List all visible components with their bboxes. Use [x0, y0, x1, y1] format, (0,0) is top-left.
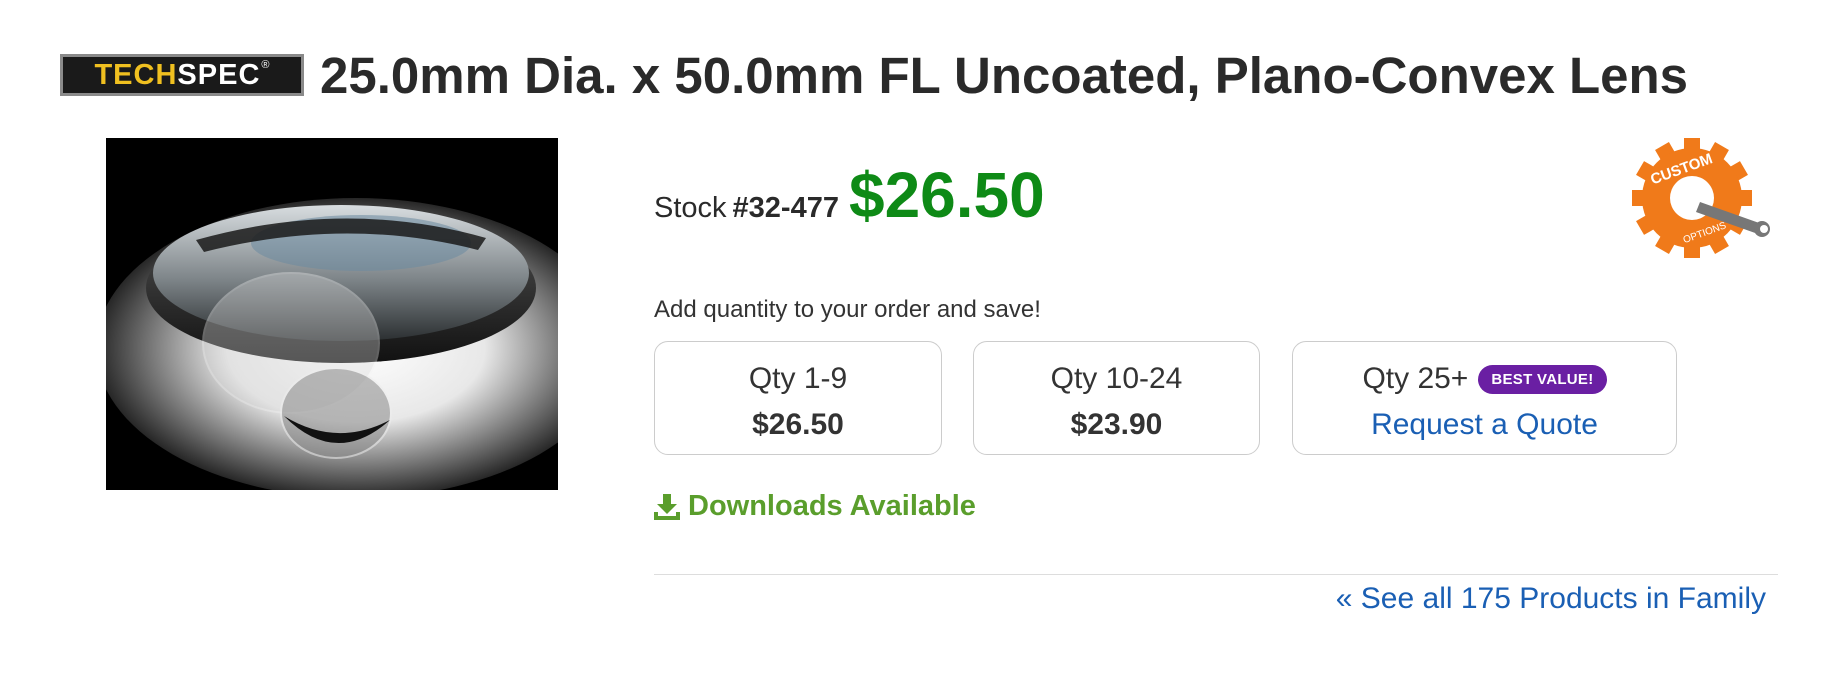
- downloads-label: Downloads Available: [688, 490, 976, 522]
- stock-label: Stock: [654, 192, 727, 224]
- tier-price: $26.50: [752, 408, 844, 441]
- custom-options-badge[interactable]: CUSTOM OPTIONS: [1630, 136, 1778, 264]
- price-tier-qty-25-plus[interactable]: Qty 25+ BEST VALUE! Request a Quote: [1292, 341, 1677, 455]
- page-header: TECH SPEC ® 25.0mm Dia. x 50.0mm FL Uncoat…: [60, 40, 1688, 110]
- downloads-link[interactable]: Downloads Available: [654, 490, 976, 523]
- wrench-gear-icon: CUSTOM OPTIONS: [1632, 138, 1770, 258]
- logo-word-spec: SPEC: [177, 58, 261, 91]
- quantity-savings-note: Add quantity to your order and save!: [654, 296, 1041, 323]
- lens-photo: [106, 138, 558, 490]
- logo-registered-mark: ®: [261, 59, 270, 71]
- product-title: 25.0mm Dia. x 50.0mm FL Uncoated, Plano-…: [320, 46, 1689, 104]
- product-image[interactable]: [106, 138, 558, 490]
- best-value-badge: BEST VALUE!: [1478, 364, 1607, 394]
- tier-label: Qty 1-9: [748, 362, 848, 395]
- section-divider: [654, 574, 1778, 575]
- tier-label: Qty 25+: [1362, 362, 1469, 395]
- stock-number: #32-477: [732, 192, 839, 224]
- techspec-logo[interactable]: TECH SPEC ®: [60, 54, 304, 96]
- tier-price: $23.90: [1070, 408, 1163, 441]
- see-all-family-link[interactable]: « See all 175 Products in Family: [1336, 582, 1766, 616]
- logo-word-tech: TECH: [94, 58, 178, 91]
- tier-label-row: Qty 25+ BEST VALUE!: [1293, 362, 1676, 396]
- tier-label: Qty 10-24: [1050, 362, 1183, 395]
- request-quote-link[interactable]: Request a Quote: [1293, 408, 1676, 442]
- product-price: $26.50: [848, 159, 1045, 231]
- download-icon: [654, 493, 680, 520]
- stock-row: Stock #32-477 $26.50: [654, 158, 1045, 232]
- price-tier-qty-10-24[interactable]: Qty 10-24 $23.90: [973, 341, 1260, 455]
- price-tier-qty-1-9[interactable]: Qty 1-9 $26.50: [654, 341, 942, 455]
